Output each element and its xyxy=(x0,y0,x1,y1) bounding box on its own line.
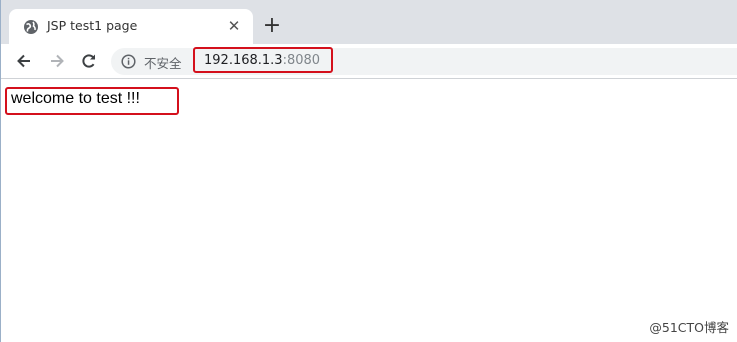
globe-icon xyxy=(23,19,39,35)
browser-window: JSP test1 page ✕ + 不安全 192.168.1.3:8080 … xyxy=(0,0,737,342)
back-arrow-icon[interactable] xyxy=(14,51,34,71)
close-icon[interactable]: ✕ xyxy=(226,18,242,34)
active-tab[interactable]: JSP test1 page ✕ xyxy=(9,9,253,44)
forward-arrow-icon[interactable] xyxy=(47,51,67,71)
page-content: welcome to test !!! xyxy=(1,79,737,342)
url-annotation-box xyxy=(193,47,333,73)
reload-icon[interactable] xyxy=(79,51,99,71)
new-tab-button[interactable]: + xyxy=(262,15,282,37)
tab-strip: JSP test1 page ✕ + xyxy=(1,0,737,44)
text-annotation-box xyxy=(5,87,179,115)
security-label[interactable]: 不安全 xyxy=(144,53,182,72)
info-icon[interactable] xyxy=(121,54,136,69)
watermark: @51CTO博客 xyxy=(649,320,729,335)
tab-title: JSP test1 page xyxy=(47,18,138,33)
browser-toolbar: 不安全 192.168.1.3:8080 xyxy=(1,44,737,79)
